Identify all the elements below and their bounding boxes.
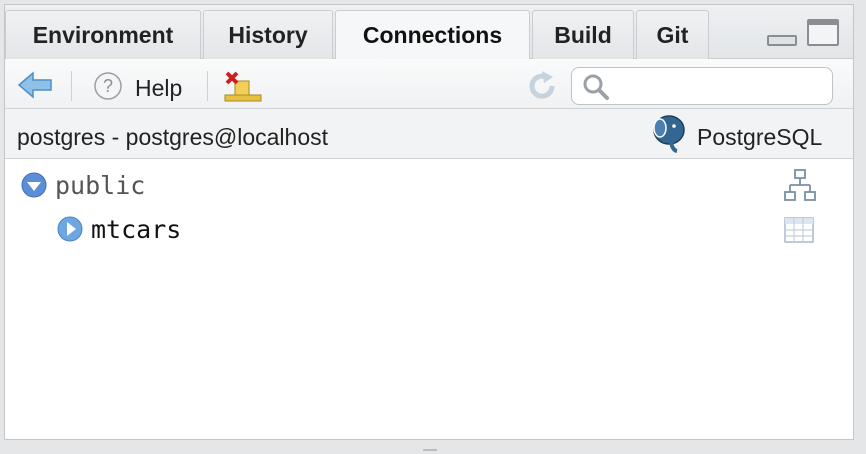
- expand-right-icon[interactable]: [57, 216, 83, 242]
- help-button[interactable]: Help: [135, 75, 182, 102]
- postgresql-elephant-icon: [653, 115, 685, 153]
- maximize-pane-button[interactable]: [807, 19, 839, 46]
- expand-down-icon[interactable]: [21, 172, 47, 198]
- tree-row-schema[interactable]: public: [5, 165, 853, 205]
- schema-label: public: [55, 171, 146, 200]
- toolbar-separator: [71, 71, 72, 101]
- tab-bar: Environment History Connections Build Gi…: [5, 5, 853, 60]
- search-icon: [583, 74, 609, 100]
- toolbar-separator: [207, 71, 208, 101]
- tab-build[interactable]: Build: [532, 10, 634, 59]
- arrow-left-icon[interactable]: [17, 71, 55, 99]
- table-grid-icon[interactable]: [783, 215, 815, 245]
- tab-history[interactable]: History: [203, 10, 333, 59]
- toolbar: ? Help: [5, 59, 853, 109]
- connection-type-label: PostgreSQL: [697, 124, 823, 150]
- tab-connections[interactable]: Connections: [335, 10, 530, 60]
- pane-resize-handle[interactable]: [423, 449, 437, 451]
- disconnect-icon[interactable]: [223, 69, 263, 103]
- table-label: mtcars: [91, 215, 182, 244]
- minimize-pane-button[interactable]: [767, 35, 797, 46]
- schema-tree-icon[interactable]: [783, 168, 817, 202]
- connections-pane: Environment History Connections Build Gi…: [4, 4, 854, 440]
- question-mark-icon[interactable]: ?: [93, 71, 123, 101]
- tab-git[interactable]: Git: [636, 10, 709, 59]
- refresh-icon[interactable]: [525, 69, 559, 103]
- svg-text:?: ?: [103, 76, 113, 96]
- connection-header: postgres - postgres@localhost PostgreSQL: [5, 109, 853, 159]
- tab-environment[interactable]: Environment: [5, 10, 201, 59]
- connection-title: postgres - postgres@localhost: [17, 124, 328, 150]
- search-input[interactable]: [571, 67, 833, 105]
- tree-row-table[interactable]: mtcars: [5, 209, 853, 249]
